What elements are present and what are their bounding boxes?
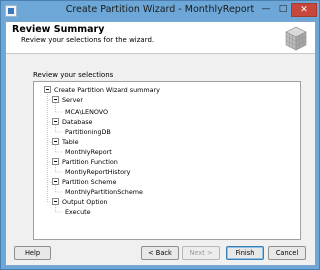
tree-node-output-option[interactable]: Output Option bbox=[62, 198, 108, 206]
tree-leaf-table[interactable]: MonthlyReport bbox=[65, 148, 112, 156]
back-button[interactable]: < Back bbox=[141, 246, 179, 260]
page-title: Review Summary bbox=[12, 24, 105, 35]
wizard-header-icon bbox=[285, 26, 307, 51]
minimize-icon[interactable]: — bbox=[258, 3, 274, 17]
wizard-header: Review Summary Review your selections fo… bbox=[6, 22, 315, 54]
tree-node-table[interactable]: Table bbox=[62, 138, 79, 146]
tree-node-database[interactable]: Database bbox=[62, 118, 93, 126]
maximize-icon[interactable]: □ bbox=[275, 3, 291, 17]
finish-button[interactable]: Finish bbox=[226, 246, 264, 260]
collapse-icon[interactable] bbox=[52, 158, 59, 165]
help-button[interactable]: Help bbox=[14, 246, 51, 260]
tree-leaf-server[interactable]: MCA\LENOVO bbox=[65, 108, 108, 116]
tree-node-server[interactable]: Server bbox=[62, 96, 83, 104]
page-subtitle: Review your selections for the wizard. bbox=[21, 36, 155, 44]
collapse-icon[interactable] bbox=[52, 96, 59, 103]
close-icon[interactable]: ✕ bbox=[291, 3, 317, 17]
collapse-icon[interactable] bbox=[44, 86, 51, 93]
summary-tree[interactable]: Create Partition Wizard summary Server M… bbox=[33, 81, 301, 240]
collapse-icon[interactable] bbox=[52, 138, 59, 145]
tree-leaf-output-option[interactable]: Execute bbox=[65, 208, 91, 216]
tree-leaf-partition-function[interactable]: MontlyReportHistory bbox=[65, 168, 130, 176]
tree-node-partition-scheme[interactable]: Partition Scheme bbox=[62, 178, 116, 186]
tree-leaf-database[interactable]: PartitioningDB bbox=[65, 128, 111, 136]
title-bar[interactable]: Create Partition Wizard - MonthlyReport … bbox=[1, 1, 319, 21]
review-section-label: Review your selections bbox=[33, 71, 114, 79]
tree-leaf-partition-scheme[interactable]: MonthlyPartitionScheme bbox=[65, 188, 143, 196]
cancel-button[interactable]: Cancel bbox=[268, 246, 306, 260]
wizard-body: Review Summary Review your selections fo… bbox=[5, 21, 316, 266]
tree-root[interactable]: Create Partition Wizard summary bbox=[54, 86, 160, 94]
tree-node-partition-function[interactable]: Partition Function bbox=[62, 158, 118, 166]
next-button[interactable]: Next > bbox=[182, 246, 220, 260]
collapse-icon[interactable] bbox=[52, 198, 59, 205]
collapse-icon[interactable] bbox=[52, 178, 59, 185]
wizard-window: Create Partition Wizard - MonthlyReport … bbox=[0, 0, 320, 270]
collapse-icon[interactable] bbox=[52, 118, 59, 125]
